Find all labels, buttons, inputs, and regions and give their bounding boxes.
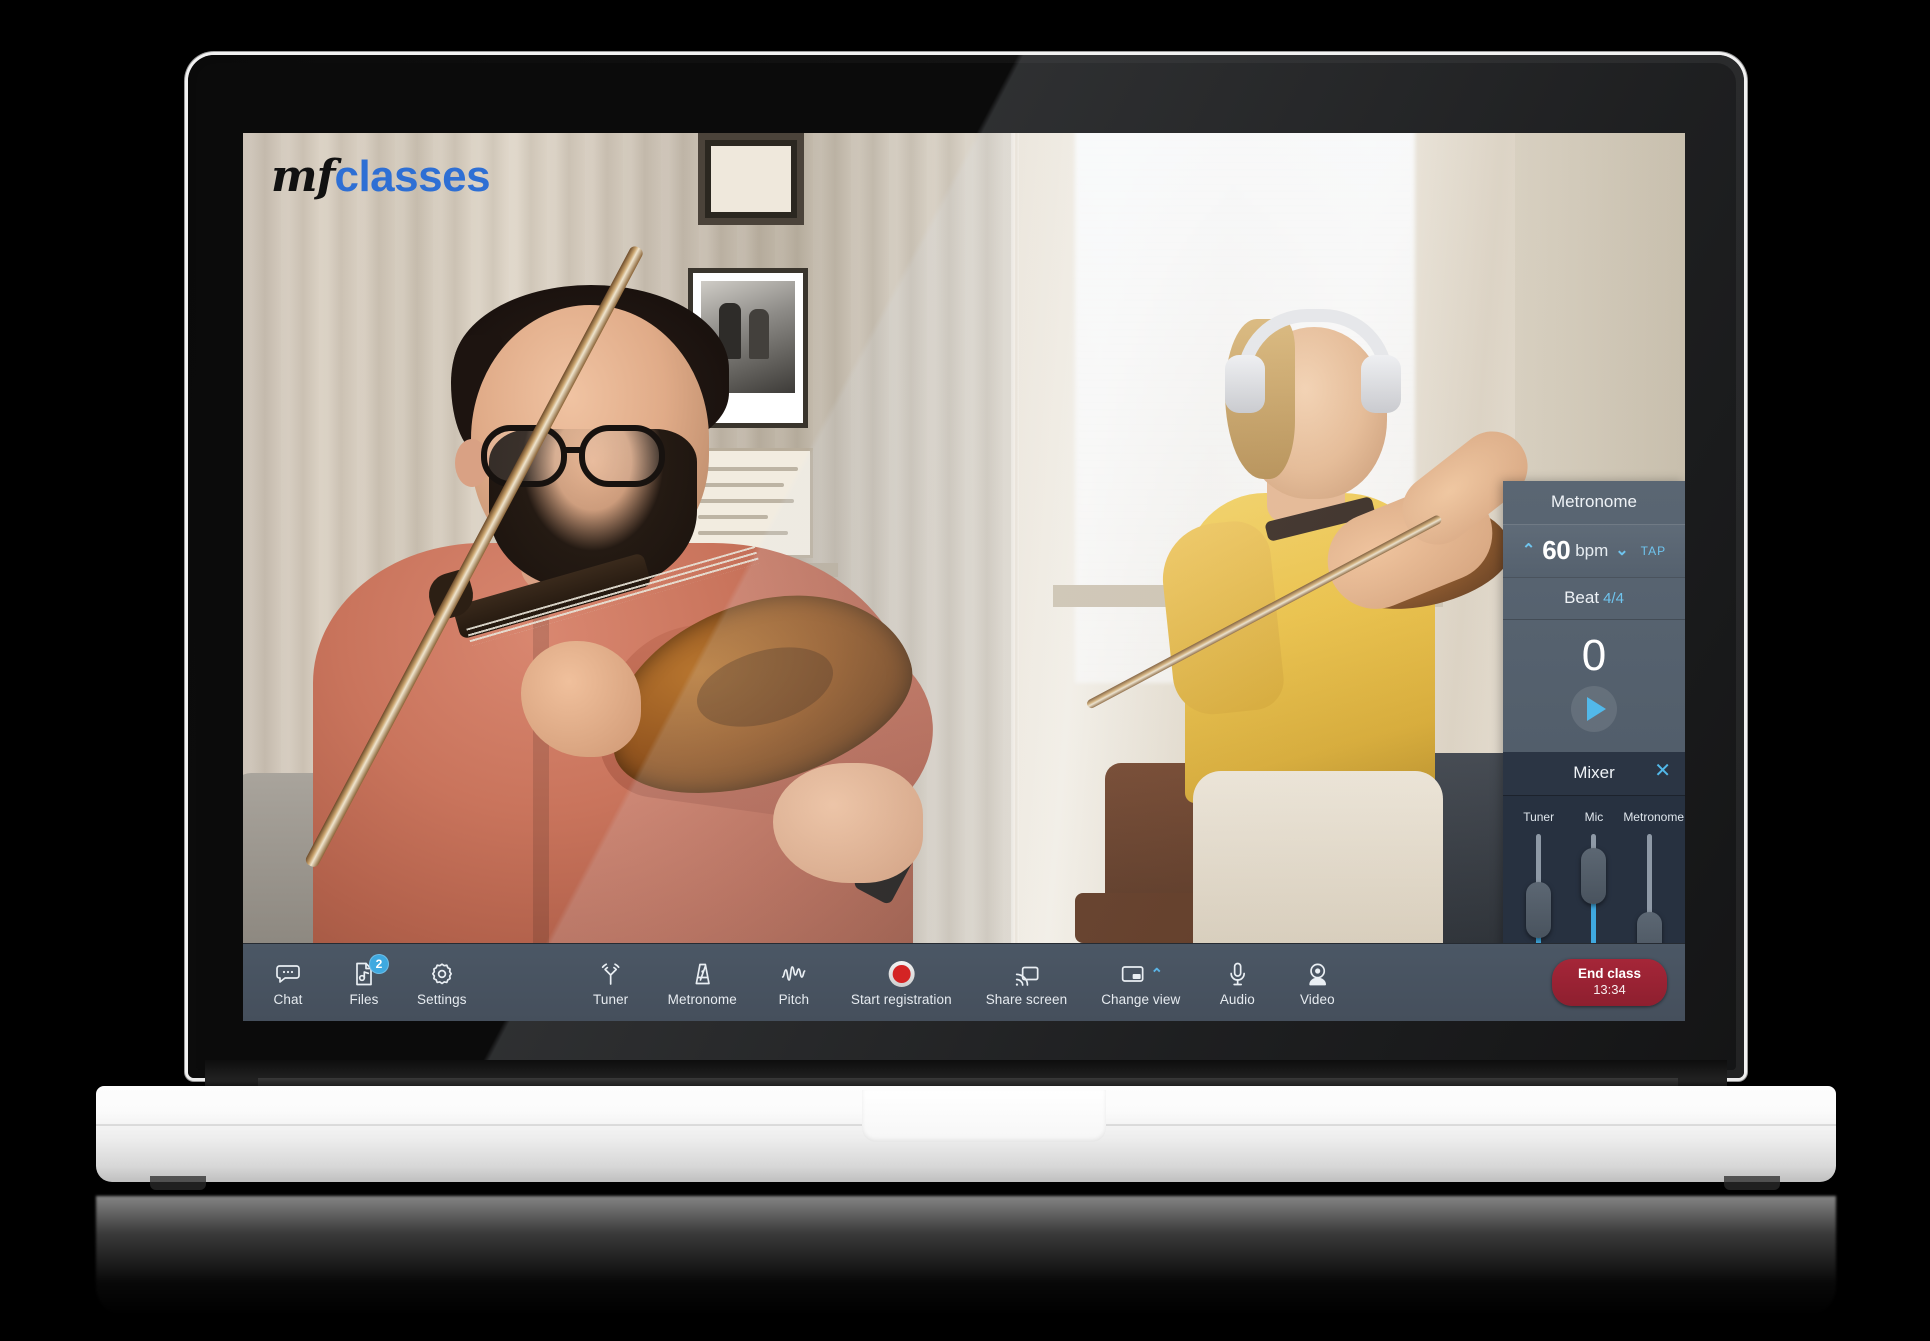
chevron-down-icon[interactable]: ⌄ [1615,542,1628,559]
mixer-header: Mixer ✕ [1503,752,1685,796]
student-figure [1085,303,1565,943]
tuner-icon [597,959,625,989]
end-class-timer: 13:34 [1593,981,1626,997]
metronome-title: Metronome [1503,481,1685,525]
toolbar-item-settings[interactable]: Settings [417,959,467,1007]
toolbar-item-label: Pitch [778,991,810,1007]
toolbar-item-label: Tuner [593,991,629,1007]
fader-knob[interactable] [1526,882,1552,938]
chevron-up-icon[interactable]: ⌃ [1150,965,1163,983]
toolbar-item-label: Metronome [667,991,737,1007]
toolbar-right-group: End class 13:34 [1551,959,1667,1006]
fader-label: Tuner [1523,810,1555,824]
files-badge-count: 2 [369,953,389,974]
toolbar-center-group: Tuner Metronome Pitch Start registration Sha… [588,959,1341,1007]
beat-signature[interactable]: 4/4 [1603,590,1624,607]
mixer-title: Mixer [1573,763,1615,782]
chat-icon [274,959,302,989]
toolbar-item-chat[interactable]: Chat [265,959,311,1007]
fader-label: Metronome [1623,810,1685,824]
webcam-icon [1303,959,1331,989]
laptop-reflection [96,1196,1836,1316]
bpm-value[interactable]: 60 [1542,535,1570,566]
toolbar-item-files[interactable]: 2 Files [341,953,389,1007]
fader-label: Mic [1584,810,1604,824]
metronome-play-row [1503,684,1685,752]
picture-in-picture-icon: ⌃ [1118,959,1163,989]
laptop-screen: mfclasses Metronome ⌃ 60 bpm ⌄ TAP Beat 4… [243,133,1685,1021]
fader-knob[interactable] [1581,848,1607,904]
record-icon [888,959,915,989]
tap-tempo-button[interactable]: TAP [1641,544,1666,558]
beat-counter: 0 [1581,631,1607,680]
toolbar-item-share-screen[interactable]: Share screen [986,959,1068,1007]
app-logo: mfclasses [271,151,491,202]
pitch-wave-icon [780,959,808,989]
toolbar-item-pitch[interactable]: Pitch [771,959,817,1007]
toolbar-item-label: Settings [417,991,467,1007]
files-music-icon: 2 [350,953,389,989]
toolbar-item-audio[interactable]: Audio [1214,959,1260,1007]
bpm-unit-label: bpm [1575,540,1609,560]
toolbar-item-video[interactable]: Video [1294,959,1340,1007]
microphone-icon [1223,959,1251,989]
laptop-base-notch [862,1090,1106,1142]
laptop-foot-left [150,1176,206,1190]
end-class-button[interactable]: End class 13:34 [1551,959,1667,1006]
toolbar-item-label: Files [349,991,379,1007]
video-call-area: mfclasses Metronome ⌃ 60 bpm ⌄ TAP Beat 4… [243,133,1685,992]
gear-icon [428,959,456,989]
video-pane-teacher[interactable] [243,133,1015,943]
call-toolbar: Chat 2 Files Settings Tuner Metronome Pitch St… [243,943,1685,1021]
teacher-figure [303,243,944,943]
laptop-foot-right [1724,1176,1780,1190]
share-screen-icon [1012,959,1040,989]
wall-picture-frame-top [698,133,804,225]
play-icon[interactable] [1571,686,1617,732]
beat-label: Beat [1564,588,1600,607]
toolbar-item-label: Start registration [850,991,952,1007]
toolbar-item-label: Video [1299,991,1335,1007]
toolbar-item-label: Audio [1219,991,1255,1007]
beat-row[interactable]: Beat 4/4 [1503,578,1685,620]
logo-mark: mf [271,151,335,202]
chevron-up-icon[interactable]: ⌃ [1522,542,1535,559]
screenshot-stage: mfclasses Metronome ⌃ 60 bpm ⌄ TAP Beat 4… [0,0,1930,1341]
toolbar-item-change-view[interactable]: ⌃ Change view [1101,959,1180,1007]
metronome-mixer-panel: Metronome ⌃ 60 bpm ⌄ TAP Beat 4/4 0 Mixe… [1503,481,1685,992]
toolbar-left-group: Chat 2 Files Settings [243,953,467,1007]
toolbar-item-label: Chat [273,991,303,1007]
toolbar-item-label: Change view [1101,991,1181,1007]
toolbar-item-label: Share screen [985,991,1068,1007]
bpm-row: ⌃ 60 bpm ⌄ TAP [1503,525,1685,578]
toolbar-item-tuner[interactable]: Tuner [588,959,634,1007]
end-class-label: End class [1577,966,1641,982]
video-pane-divider [1011,133,1019,943]
toolbar-item-start-registration[interactable]: Start registration [851,959,952,1007]
logo-word: classes [334,152,491,201]
metronome-icon [688,959,716,989]
metronome-panel: Metronome ⌃ 60 bpm ⌄ TAP Beat 4/4 0 [1503,481,1685,752]
close-icon[interactable]: ✕ [1654,761,1671,781]
toolbar-item-metronome[interactable]: Metronome [668,959,737,1007]
